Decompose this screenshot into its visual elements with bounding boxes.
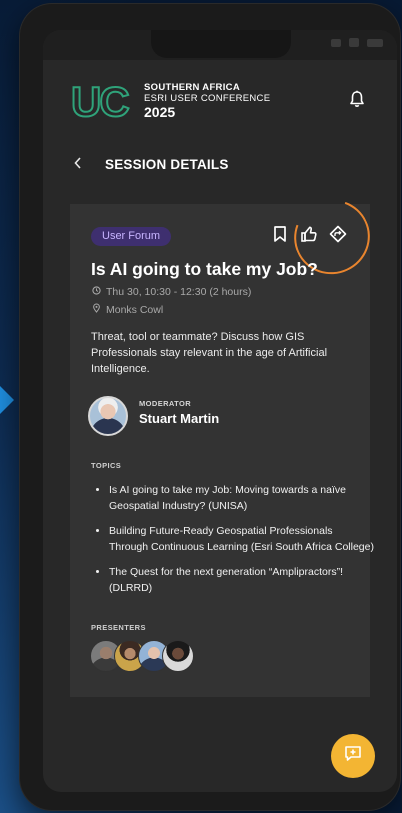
topics-list: Is AI going to take my Job: Moving towar…	[91, 482, 374, 605]
moderator-avatar[interactable]	[88, 396, 128, 436]
status-icons	[331, 38, 383, 47]
list-item: Is AI going to take my Job: Moving towar…	[109, 482, 374, 514]
feedback-icon	[344, 745, 362, 767]
session-title: Is AI going to take my Job?	[91, 259, 318, 279]
list-item: The Quest for the next generation “Ampli…	[109, 564, 374, 596]
bell-icon[interactable]	[349, 90, 365, 113]
location-pin-icon	[92, 303, 103, 316]
presenters-label: PRESENTERS	[91, 623, 146, 632]
battery-icon	[367, 38, 383, 47]
logo-text: SOUTHERN AFRICA ESRI USER CONFERENCE 202…	[144, 82, 270, 120]
logo-line2: ESRI USER CONFERENCE	[144, 93, 271, 104]
logo-line1: SOUTHERN AFRICA	[144, 82, 240, 93]
status-bar	[43, 30, 397, 60]
bookmark-icon[interactable]	[272, 225, 288, 248]
feedback-button[interactable]	[331, 734, 375, 778]
signal-icon	[349, 38, 359, 47]
session-description: Threat, tool or teammate? Discuss how GI…	[91, 331, 328, 375]
logo-letters: UC	[70, 78, 131, 125]
session-datetime: Thu 30, 10:30 - 12:30 (2 hours)	[106, 286, 252, 298]
pointer-arrow	[0, 386, 14, 414]
session-card: User Forum Is AI going to take my Job? T…	[70, 187, 383, 697]
conference-logo[interactable]: UC	[70, 80, 131, 124]
session-tag[interactable]: User Forum	[91, 227, 172, 246]
wifi-icon	[331, 38, 341, 47]
session-datetime-row: Thu 30, 10:30 - 12:30 (2 hours)	[92, 286, 251, 298]
chevron-left-icon[interactable]	[73, 156, 83, 175]
moderator-label: MODERATOR	[139, 399, 192, 408]
phone-notch	[151, 30, 291, 58]
nav-bar: SESSION DETAILS	[43, 154, 397, 178]
app-screen: UC SOUTHERN AFRICA ESRI USER CONFERENCE …	[43, 30, 397, 792]
logo-year: 2025	[144, 104, 176, 120]
app-header: UC SOUTHERN AFRICA ESRI USER CONFERENCE …	[43, 76, 397, 132]
page-title: SESSION DETAILS	[105, 157, 229, 172]
moderator-name[interactable]: Stuart Martin	[139, 411, 219, 426]
list-item: Building Future-Ready Geospatial Profess…	[109, 523, 374, 555]
clock-icon	[92, 286, 103, 298]
topics-label: TOPICS	[91, 461, 122, 470]
avatar[interactable]	[162, 640, 194, 672]
session-location-row: Monks Cowl	[92, 303, 163, 316]
session-location: Monks Cowl	[106, 304, 164, 316]
